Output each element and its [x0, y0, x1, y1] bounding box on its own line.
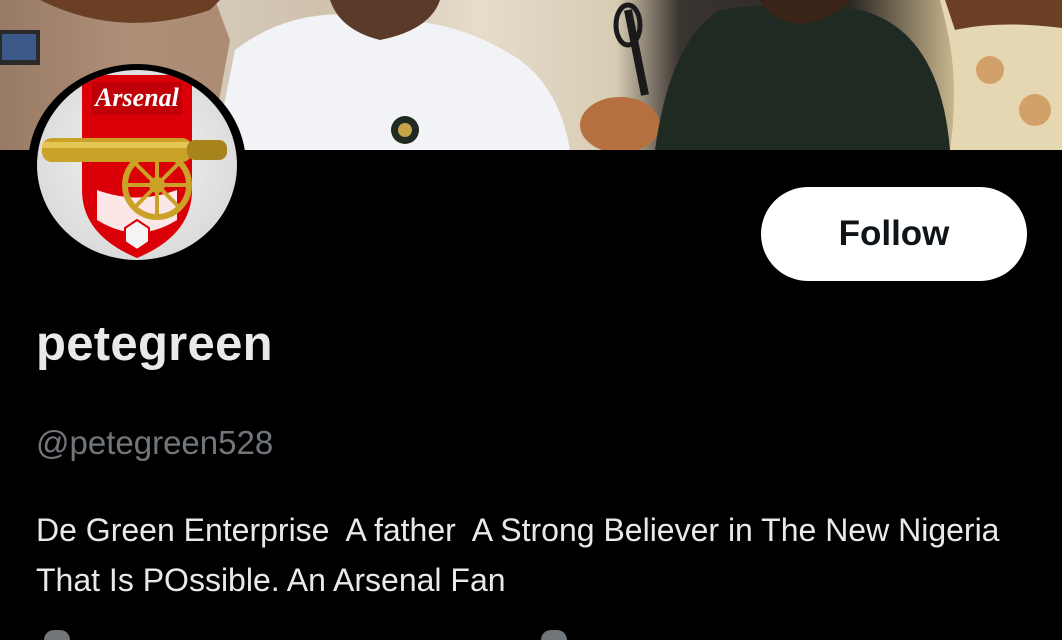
profile-meta-row-cutoff — [36, 630, 1036, 640]
arsenal-avatar-image: Arsenal — [37, 70, 237, 260]
arsenal-logo-text: Arsenal — [93, 83, 180, 112]
arsenal-crest-icon: Arsenal — [42, 75, 227, 258]
profile-bio: De Green Enterprise A father A Strong Be… — [36, 512, 1008, 598]
profile-avatar[interactable]: Arsenal — [28, 64, 246, 266]
location-icon — [44, 630, 70, 640]
profile-handle: @petegreen528 — [36, 424, 274, 461]
follow-button[interactable]: Follow — [761, 187, 1027, 281]
profile-display-name: petegreen — [36, 317, 273, 371]
link-icon — [541, 630, 567, 640]
